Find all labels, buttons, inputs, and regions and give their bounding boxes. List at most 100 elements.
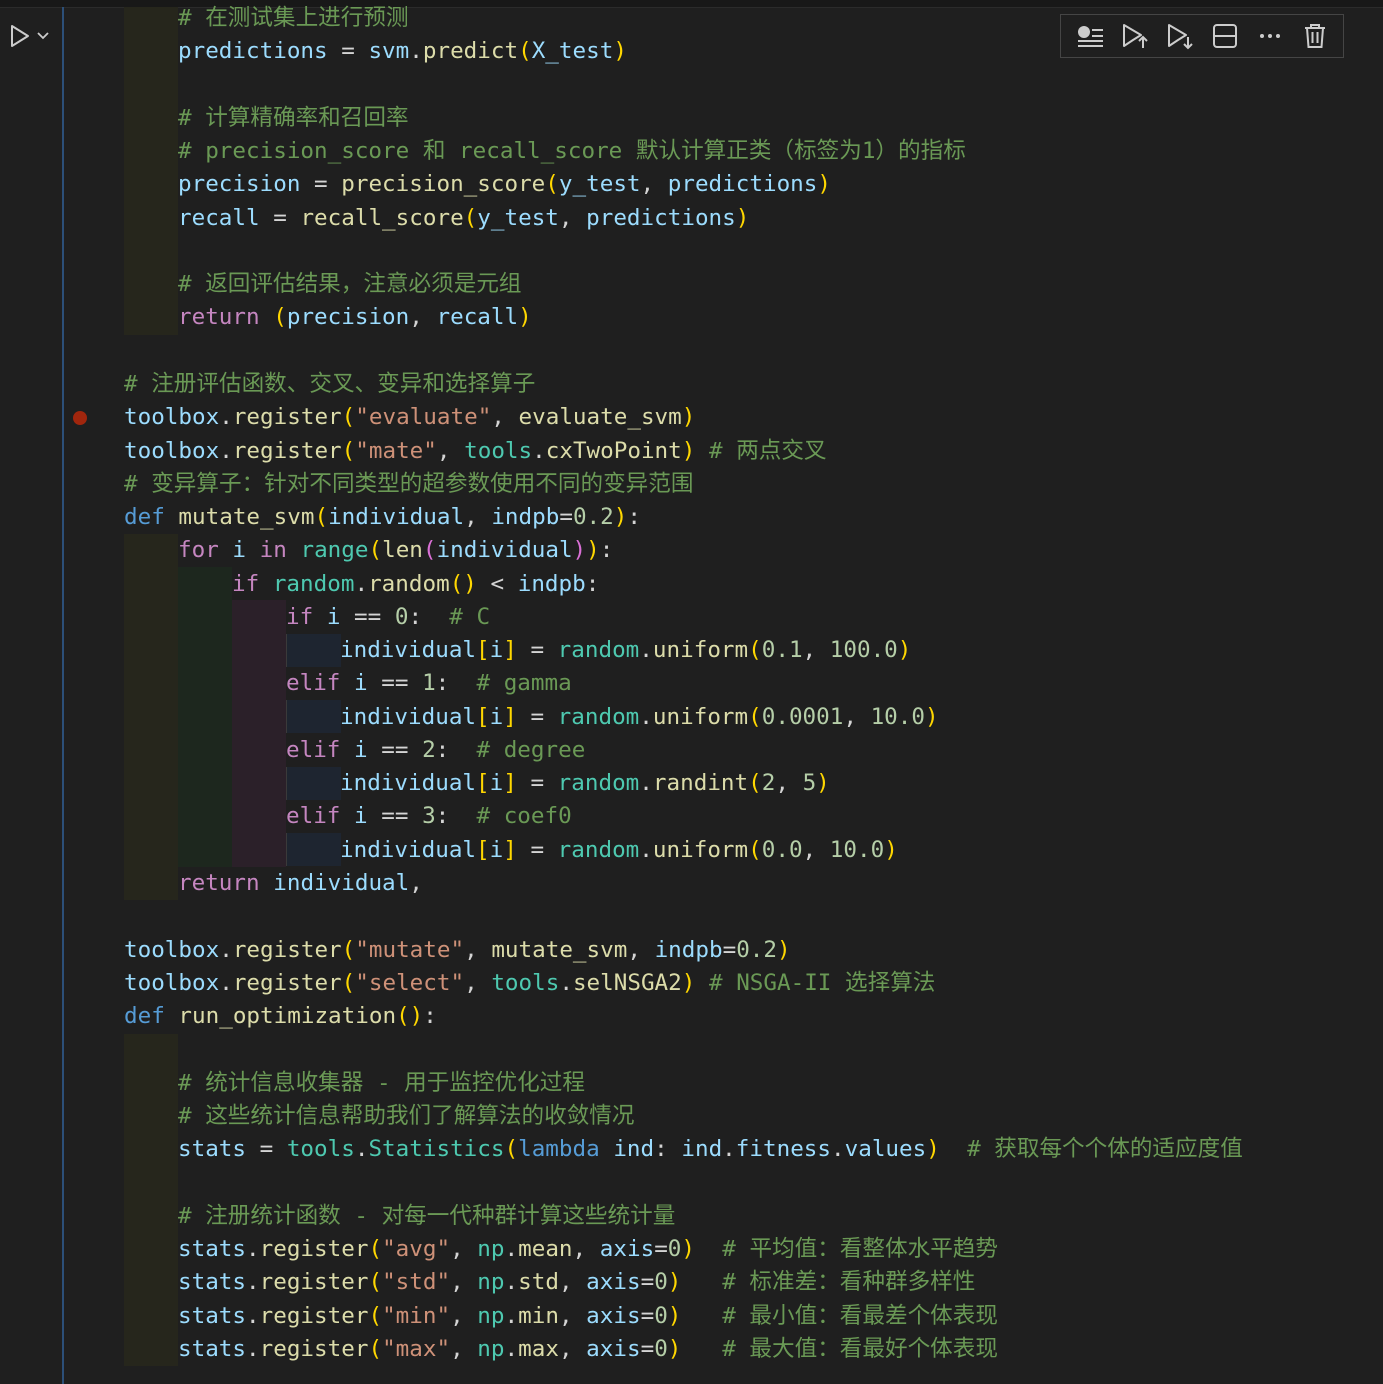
- code-line[interactable]: if random.random() < indpb:: [232, 568, 599, 601]
- code-line[interactable]: stats.register("min", np.min, axis=0) # …: [178, 1300, 998, 1333]
- code-line[interactable]: stats.register("avg", np.mean, axis=0) #…: [178, 1233, 998, 1266]
- code-line[interactable]: precision = precision_score(y_test, pred…: [178, 168, 831, 201]
- code-line[interactable]: individual[i] = random.uniform(0.0, 10.0…: [340, 834, 898, 867]
- code-line[interactable]: # 变异算子：针对不同类型的超参数使用不同的变异范围: [124, 468, 693, 501]
- code-token: ,: [450, 1335, 478, 1362]
- code-line[interactable]: # 注册统计函数 - 对每一代种群计算这些统计量: [178, 1200, 675, 1233]
- code-token: mutate_svm: [491, 936, 628, 963]
- code-token: =: [246, 1136, 287, 1163]
- code-token: (: [368, 1302, 383, 1329]
- code-token: ,: [572, 1235, 600, 1262]
- code-token: randint: [652, 770, 749, 797]
- code-token: ,: [464, 936, 492, 963]
- code-line[interactable]: stats = tools.Statistics(lambda ind: ind…: [178, 1133, 1243, 1166]
- code-token: i: [489, 637, 504, 664]
- code-token: (: [368, 537, 383, 564]
- code-line[interactable]: toolbox.register("evaluate", evaluate_sv…: [124, 401, 695, 434]
- code-line[interactable]: toolbox.register("mate", tools.cxTwoPoin…: [124, 435, 827, 468]
- code-line[interactable]: stats.register("std", np.std, axis=0) # …: [178, 1266, 975, 1299]
- code-token: i: [232, 537, 247, 564]
- code-token: ,: [802, 637, 830, 664]
- code-line[interactable]: # 注册评估函数、交叉、变异和选择算子: [124, 368, 535, 401]
- code-line[interactable]: elif i == 2: # degree: [286, 734, 585, 767]
- code-token: (: [748, 703, 762, 730]
- code-token: i: [489, 836, 504, 863]
- code-token: toolbox: [124, 969, 220, 996]
- code-line[interactable]: # 返回评估结果，注意必须是元组: [178, 268, 522, 301]
- code-line[interactable]: # precision_score 和 recall_score 默认计算正类（…: [178, 135, 966, 168]
- code-line[interactable]: return (precision, recall): [178, 301, 532, 334]
- code-token: # precision_score 和 recall_score 默认计算正类（…: [178, 138, 966, 165]
- code-token: 0.1: [761, 637, 803, 664]
- breakpoint-icon[interactable]: [73, 411, 87, 425]
- code-token: # 最小值：看最差个体表现: [722, 1302, 998, 1329]
- code-line[interactable]: individual[i] = random.randint(2, 5): [340, 767, 830, 800]
- code-token: 2: [761, 770, 776, 797]
- code-token: # 标准差：看种群多样性: [722, 1269, 976, 1296]
- code-token: (: [545, 171, 559, 198]
- code-line[interactable]: toolbox.register("mutate", mutate_svm, i…: [124, 934, 791, 967]
- code-token: np: [477, 1335, 505, 1362]
- code-token: X_test: [531, 38, 614, 65]
- code-token: (): [449, 570, 477, 597]
- code-line[interactable]: for i in range(len(individual)):: [178, 534, 613, 567]
- code-token: register: [232, 969, 342, 996]
- code-token: (: [273, 304, 287, 331]
- code-token: register: [259, 1335, 369, 1362]
- code-token: .: [219, 404, 233, 431]
- code-line[interactable]: return individual,: [178, 867, 423, 900]
- code-line[interactable]: individual[i] = random.uniform(0.0001, 1…: [340, 701, 939, 734]
- more-actions-button[interactable]: [1252, 18, 1288, 54]
- execute-cell-and-above-button[interactable]: [1117, 18, 1153, 54]
- code-line[interactable]: toolbox.register("select", tools.selNSGA…: [124, 967, 935, 1000]
- code-token: "avg": [382, 1235, 451, 1262]
- code-token: (: [748, 836, 762, 863]
- code-token: ==: [367, 803, 423, 830]
- code-token: if: [286, 603, 314, 630]
- play-icon[interactable]: [8, 23, 32, 49]
- execute-above-button[interactable]: [1072, 18, 1108, 54]
- run-cell-control[interactable]: [8, 22, 50, 50]
- code-line[interactable]: stats.register("max", np.max, axis=0) # …: [178, 1333, 998, 1366]
- code-token: :: [435, 736, 477, 763]
- code-line[interactable]: predictions = svm.predict(X_test): [178, 35, 627, 68]
- code-token: random: [557, 637, 640, 664]
- code-line[interactable]: if i == 0: # C: [286, 601, 490, 634]
- code-token: random: [557, 836, 640, 863]
- code-token: ): [681, 404, 696, 431]
- code-line[interactable]: elif i == 1: # gamma: [286, 667, 572, 700]
- code-token: :: [435, 670, 477, 697]
- code-token: fitness: [735, 1136, 831, 1163]
- code-line[interactable]: # 计算精确率和召回率: [178, 102, 409, 135]
- code-line[interactable]: individual[i] = random.uniform(0.1, 100.…: [340, 634, 911, 667]
- code-line[interactable]: elif i == 3: # coef0: [286, 800, 572, 833]
- execute-cell-and-below-button[interactable]: [1162, 18, 1198, 54]
- code-line[interactable]: # 在测试集上进行预测: [178, 2, 409, 35]
- code-token: (: [368, 1269, 383, 1296]
- code-line[interactable]: def run_optimization():: [124, 1000, 437, 1033]
- chevron-down-icon[interactable]: [36, 31, 50, 41]
- code-token: register: [259, 1235, 369, 1262]
- code-line[interactable]: recall = recall_score(y_test, prediction…: [178, 202, 749, 235]
- delete-cell-button[interactable]: [1297, 18, 1333, 54]
- code-token: in: [259, 537, 287, 564]
- code-token: mutate_svm: [178, 504, 315, 531]
- code-line[interactable]: def mutate_svm(individual, indpb=0.2):: [124, 501, 641, 534]
- code-token: individual: [273, 870, 410, 897]
- code-line[interactable]: # 统计信息收集器 - 用于监控优化过程: [178, 1067, 585, 1100]
- code-token: precision_score: [341, 171, 546, 198]
- split-cell-button[interactable]: [1207, 18, 1243, 54]
- code-token: precision: [178, 171, 301, 198]
- code-token: ,: [450, 1269, 478, 1296]
- code-line[interactable]: # 这些统计信息帮助我们了解算法的收敛情况: [178, 1100, 635, 1133]
- code-token: ): [816, 770, 830, 797]
- code-token: # 注册统计函数 - 对每一代种群计算这些统计量: [178, 1202, 676, 1229]
- code-token: y_test: [558, 171, 641, 198]
- code-token: 2: [422, 736, 436, 763]
